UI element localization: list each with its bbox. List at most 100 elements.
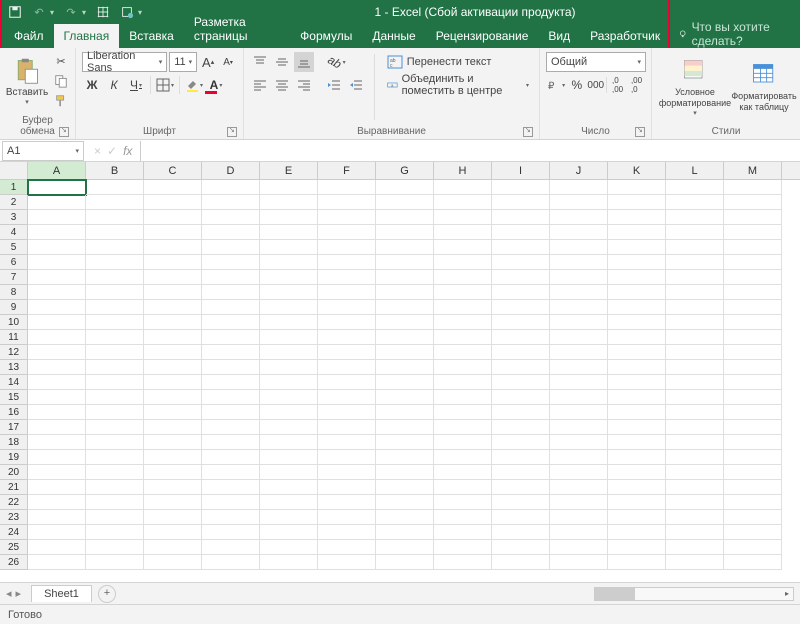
cell[interactable] — [202, 555, 260, 570]
cell[interactable] — [86, 405, 144, 420]
row-header[interactable]: 3 — [0, 210, 28, 225]
cell[interactable] — [434, 480, 492, 495]
cell[interactable] — [492, 195, 550, 210]
cell[interactable] — [144, 225, 202, 240]
cell[interactable] — [434, 345, 492, 360]
cell[interactable] — [376, 390, 434, 405]
cell[interactable] — [202, 345, 260, 360]
col-header[interactable]: G — [376, 162, 434, 179]
cell[interactable] — [376, 285, 434, 300]
font-name-combo[interactable]: Liberation Sans▾ — [82, 52, 167, 72]
increase-font-icon[interactable]: A▴ — [199, 52, 217, 72]
cell[interactable] — [492, 480, 550, 495]
cell[interactable] — [434, 330, 492, 345]
cell[interactable] — [28, 540, 86, 555]
row-header[interactable]: 21 — [0, 480, 28, 495]
cell[interactable] — [434, 225, 492, 240]
cell[interactable] — [550, 480, 608, 495]
cell[interactable] — [608, 525, 666, 540]
cell[interactable] — [492, 345, 550, 360]
cell[interactable] — [666, 435, 724, 450]
row-header[interactable]: 15 — [0, 390, 28, 405]
cell[interactable] — [86, 255, 144, 270]
cell[interactable] — [492, 525, 550, 540]
cell[interactable] — [724, 510, 782, 525]
cell[interactable] — [318, 390, 376, 405]
cell[interactable] — [608, 540, 666, 555]
cell[interactable] — [28, 480, 86, 495]
dialog-launcher-icon[interactable] — [635, 127, 645, 137]
cell[interactable] — [376, 255, 434, 270]
cell[interactable] — [86, 510, 144, 525]
cell[interactable] — [666, 345, 724, 360]
underline-button[interactable]: Ч▾ — [126, 75, 146, 95]
cell[interactable] — [28, 180, 86, 195]
cell[interactable] — [724, 195, 782, 210]
cell[interactable] — [434, 510, 492, 525]
cell[interactable] — [28, 210, 86, 225]
merge-center-button[interactable]: a Объединить и поместить в центре ▾ — [383, 75, 533, 95]
cell[interactable] — [666, 375, 724, 390]
cell[interactable] — [608, 285, 666, 300]
cell[interactable] — [550, 270, 608, 285]
cell[interactable] — [608, 180, 666, 195]
cell[interactable] — [608, 435, 666, 450]
cell[interactable] — [260, 450, 318, 465]
cell[interactable] — [608, 420, 666, 435]
cell[interactable] — [550, 360, 608, 375]
cell[interactable] — [608, 450, 666, 465]
sheet-next-icon[interactable]: ▸ — [16, 587, 22, 600]
cell[interactable] — [608, 360, 666, 375]
cell[interactable] — [434, 390, 492, 405]
tab-формулы[interactable]: Формулы — [290, 24, 362, 48]
cell[interactable] — [550, 390, 608, 405]
cell[interactable] — [28, 195, 86, 210]
cell[interactable] — [260, 480, 318, 495]
font-color-icon[interactable]: A▾ — [206, 75, 226, 95]
cell[interactable] — [550, 525, 608, 540]
cell[interactable] — [434, 450, 492, 465]
cell[interactable] — [260, 300, 318, 315]
cell[interactable] — [550, 510, 608, 525]
cell[interactable] — [608, 405, 666, 420]
cell[interactable] — [376, 555, 434, 570]
increase-decimal-icon[interactable]: ,0,00 — [609, 75, 626, 95]
cell[interactable] — [492, 435, 550, 450]
cell[interactable] — [492, 210, 550, 225]
row-header[interactable]: 24 — [0, 525, 28, 540]
cell[interactable] — [28, 345, 86, 360]
align-middle-icon[interactable] — [272, 52, 292, 72]
save-icon[interactable] — [8, 5, 22, 19]
cell[interactable] — [666, 420, 724, 435]
cell[interactable] — [492, 450, 550, 465]
cell[interactable] — [86, 360, 144, 375]
cell[interactable] — [666, 495, 724, 510]
cell[interactable] — [260, 555, 318, 570]
cell[interactable] — [724, 525, 782, 540]
tell-me-search[interactable]: Что вы хотите сделать? — [678, 20, 796, 48]
cell[interactable] — [376, 195, 434, 210]
cell[interactable] — [202, 210, 260, 225]
cell[interactable] — [260, 255, 318, 270]
cell[interactable] — [492, 240, 550, 255]
cell[interactable] — [724, 240, 782, 255]
cell[interactable] — [376, 180, 434, 195]
cell[interactable] — [202, 435, 260, 450]
cell[interactable] — [666, 255, 724, 270]
cell[interactable] — [434, 210, 492, 225]
cell[interactable] — [492, 285, 550, 300]
cell[interactable] — [608, 480, 666, 495]
row-header[interactable]: 10 — [0, 315, 28, 330]
cell[interactable] — [144, 285, 202, 300]
cell[interactable] — [86, 525, 144, 540]
cell[interactable] — [260, 180, 318, 195]
row-header[interactable]: 13 — [0, 360, 28, 375]
cell[interactable] — [608, 210, 666, 225]
cell[interactable] — [550, 315, 608, 330]
cell[interactable] — [202, 450, 260, 465]
cell[interactable] — [28, 510, 86, 525]
cell[interactable] — [434, 180, 492, 195]
cell[interactable] — [318, 540, 376, 555]
cell[interactable] — [144, 540, 202, 555]
cell[interactable] — [550, 300, 608, 315]
